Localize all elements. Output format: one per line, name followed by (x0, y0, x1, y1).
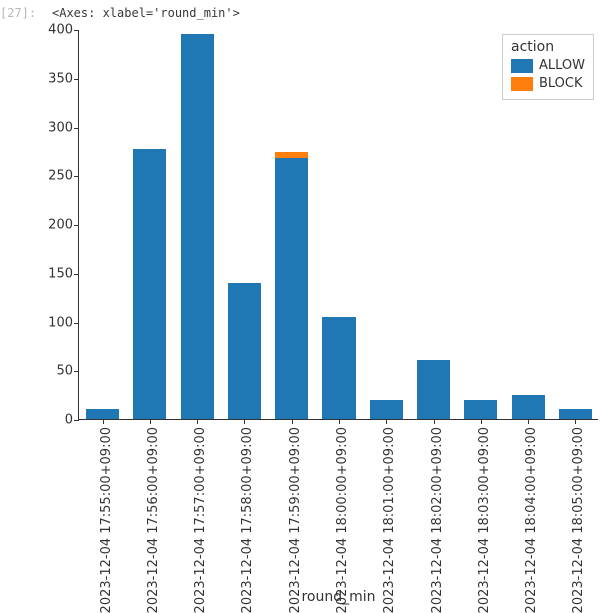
bar-allow (86, 409, 119, 419)
y-tick-label: 300 (35, 120, 73, 135)
bar-allow (370, 400, 403, 420)
bar-group (228, 283, 261, 419)
bar-allow (512, 395, 545, 419)
bar-allow (322, 317, 355, 419)
bar-group (133, 149, 166, 419)
x-tick-label: 2023-12-04 18:02:00+09:00 (430, 427, 445, 613)
legend-entry-allow: ALLOW (511, 57, 585, 75)
bar-allow (417, 360, 450, 419)
bar-allow (559, 409, 592, 419)
bar-group (322, 317, 355, 419)
cell-output-repr: <Axes: xlabel='round_min'> (52, 6, 240, 20)
bar-group (275, 152, 308, 419)
bar-allow (181, 34, 214, 419)
legend: action ALLOW BLOCK (502, 34, 594, 100)
legend-swatch-allow (511, 59, 533, 73)
x-tick-label: 2023-12-04 17:57:00+09:00 (193, 427, 208, 613)
bar-group (86, 409, 119, 419)
y-tick-label: 400 (35, 23, 73, 38)
legend-title: action (511, 39, 585, 55)
y-tick-label: 350 (35, 71, 73, 86)
x-tick-label: 2023-12-04 17:58:00+09:00 (240, 427, 255, 613)
y-tick-label: 150 (35, 266, 73, 281)
y-tick-label: 0 (35, 413, 73, 428)
legend-label-allow: ALLOW (539, 57, 585, 75)
chart-axes: 050100150200250300350400 2023-12-04 17:5… (78, 30, 598, 420)
x-tick-label: 2023-12-04 18:04:00+09:00 (524, 427, 539, 613)
legend-label-block: BLOCK (539, 75, 583, 93)
x-axis-label: round_min (301, 589, 375, 605)
y-tick-label: 250 (35, 169, 73, 184)
x-tick-label: 2023-12-04 17:55:00+09:00 (99, 427, 114, 613)
bar-allow (464, 400, 497, 420)
bar-group (417, 360, 450, 419)
bar-allow (275, 158, 308, 419)
x-tick-label: 2023-12-04 18:05:00+09:00 (571, 427, 586, 613)
bar-group (370, 400, 403, 420)
bar-allow (133, 149, 166, 419)
bar-group (464, 400, 497, 420)
bar-allow (228, 283, 261, 419)
legend-entry-block: BLOCK (511, 75, 585, 93)
y-tick-label: 100 (35, 315, 73, 330)
legend-swatch-block (511, 77, 533, 91)
x-tick-label: 2023-12-04 18:01:00+09:00 (382, 427, 397, 613)
y-tick-label: 200 (35, 218, 73, 233)
cell-prompt: [27]: (0, 6, 36, 20)
x-tick-label: 2023-12-04 18:00:00+09:00 (335, 427, 350, 613)
x-tick-label: 2023-12-04 17:56:00+09:00 (146, 427, 161, 613)
bar-group (181, 34, 214, 419)
y-tick-label: 50 (35, 364, 73, 379)
bar-group (559, 409, 592, 419)
x-tick-label: 2023-12-04 17:59:00+09:00 (288, 427, 303, 613)
bar-group (512, 395, 545, 419)
x-tick-label: 2023-12-04 18:03:00+09:00 (477, 427, 492, 613)
